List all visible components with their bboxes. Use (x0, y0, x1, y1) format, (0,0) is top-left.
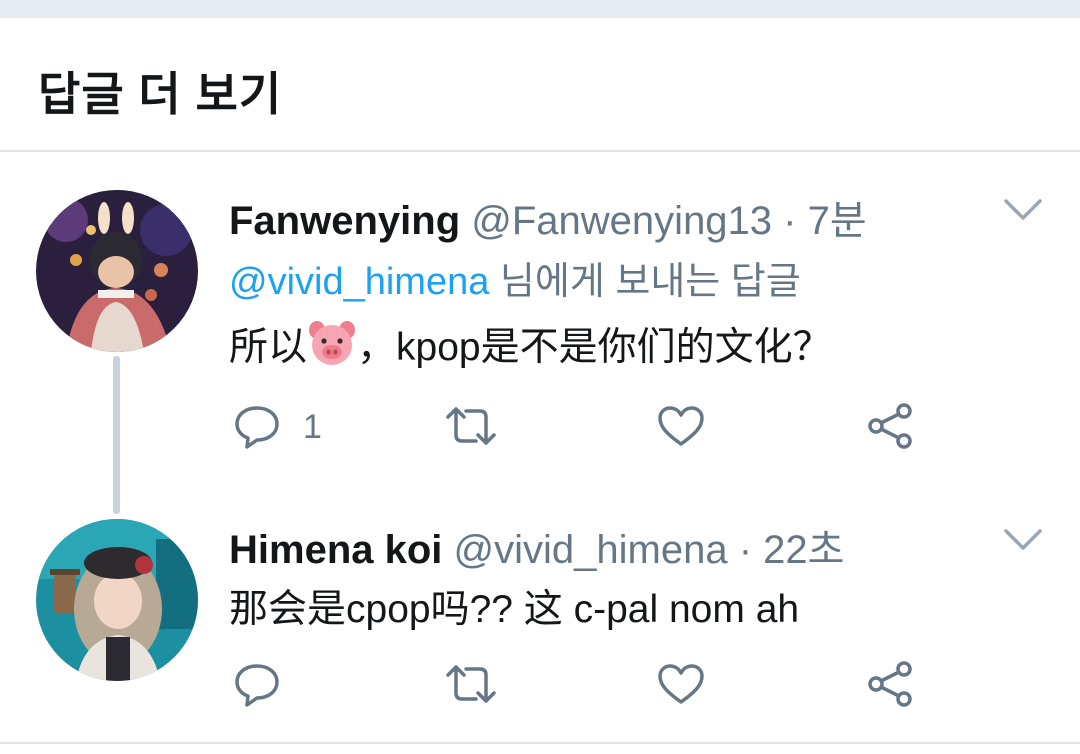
retweet-button[interactable] (444, 405, 498, 447)
pig-face-emoji (307, 320, 357, 376)
avatar[interactable] (36, 519, 198, 681)
tweet-text-end: ，kpop是不是你们的文化？ (357, 326, 832, 369)
like-button[interactable] (657, 405, 705, 447)
reply-bubble-icon (235, 406, 279, 449)
user-handle[interactable]: @vivid_himena (454, 528, 728, 572)
like-button[interactable] (657, 663, 705, 705)
user-handle[interactable]: @Fanwenying13 (471, 199, 772, 243)
share-button[interactable] (866, 660, 916, 708)
replying-to-suffix: 님에게 보내는 답글 (489, 261, 801, 303)
thread-connector-line (113, 356, 120, 514)
divider (0, 742, 1080, 744)
heart-icon (658, 406, 704, 446)
tweet-text: 那会是cpop吗?? 这 c-pal nom ah (229, 588, 800, 631)
reply-button[interactable]: 1 (233, 404, 322, 450)
retweet-icon (446, 407, 496, 445)
timestamp[interactable]: 7분 (808, 199, 867, 243)
separator-dot: · (783, 199, 797, 243)
retweet-icon (446, 665, 496, 703)
share-icon (868, 661, 912, 707)
display-name[interactable]: Himena koi (229, 528, 442, 572)
more-replies-header: 답글 더 보기 (0, 18, 1080, 152)
avatar[interactable] (36, 190, 198, 352)
separator-dot: · (738, 528, 753, 572)
tweet-text: 所以 ，kpop是不是你们的文化？ (229, 316, 832, 376)
page-title: 답글 더 보기 (38, 68, 283, 120)
heart-icon (658, 664, 704, 704)
timestamp[interactable]: 22초 (763, 528, 844, 572)
display-name[interactable]: Fanwenying (229, 199, 460, 243)
mention-link[interactable]: @vivid_himena (229, 261, 489, 303)
share-icon (868, 403, 912, 449)
replying-to: @vivid_himena 님에게 보내는 답글 (229, 250, 801, 305)
retweet-button[interactable] (444, 663, 498, 705)
reply-count: 1 (303, 407, 322, 446)
reply-button[interactable] (233, 662, 303, 708)
chevron-down-icon[interactable] (1003, 527, 1043, 553)
reply-bubble-icon (235, 664, 279, 707)
top-strip (0, 0, 1080, 18)
tweet-header: Fanwenying @Fanwenying13 · 7분 (229, 188, 867, 246)
share-button[interactable] (866, 402, 916, 450)
tweet-text-start: 所以 (229, 326, 308, 369)
tweet-header: Himena koi @vivid_himena · 22초 (229, 517, 844, 575)
chevron-down-icon[interactable] (1003, 197, 1043, 223)
